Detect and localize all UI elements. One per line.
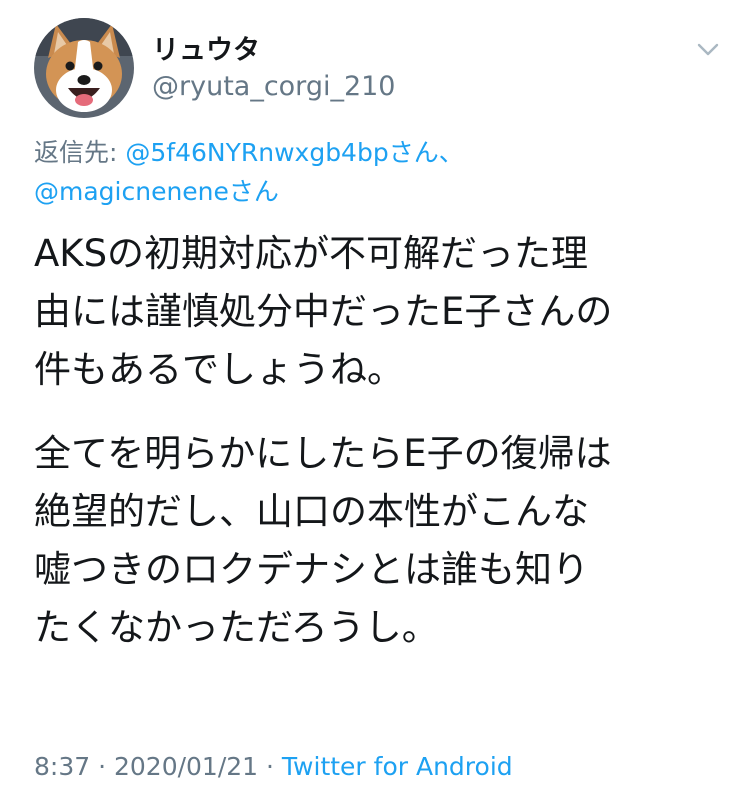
mention-suffix: さん、 — [388, 138, 464, 167]
tweet-text-paragraph: 全てを明らかにしたらE子の復帰は 絶望的だし、山口の本性がこんな 嘘つきのロクデ… — [34, 425, 734, 657]
tweet-text-line: 絶望的だし、山口の本性がこんな — [34, 490, 589, 533]
avatar[interactable] — [34, 18, 134, 118]
reply-to-line-2: @magicneneneさん — [34, 176, 279, 208]
tweet-time[interactable]: 8:37 — [34, 752, 90, 781]
display-name[interactable]: リュウタ — [152, 28, 260, 67]
reply-to-label: 返信先: — [34, 138, 126, 167]
mention-suffix: さん — [228, 177, 279, 206]
tweet-card: リュウタ @ryuta_corgi_210 返信先: @5f46NYRnwxgb… — [0, 0, 749, 810]
meta-separator: · — [258, 752, 282, 781]
tweet-text-paragraph: AKSの初期対応が不可解だった理 由には謹慎処分中だったE子さんの 件もあるでし… — [34, 225, 734, 399]
tweet-text-line: 嘘つきのロクデナシとは誰も知り — [34, 548, 589, 591]
user-handle[interactable]: @ryuta_corgi_210 — [152, 71, 396, 102]
tweet-text-line: 由には謹慎処分中だったE子さんの — [34, 290, 613, 333]
reply-to-line: 返信先: @5f46NYRnwxgb4bpさん、 — [34, 137, 464, 169]
meta-separator: · — [90, 752, 114, 781]
tweet-text-line: たくなかっただろうし。 — [34, 606, 439, 649]
mention-link[interactable]: @5f46NYRnwxgb4bp — [125, 138, 388, 167]
mention-link[interactable]: @magicnenene — [34, 177, 229, 206]
corgi-avatar-icon — [34, 18, 134, 118]
tweet-source-link[interactable]: Twitter for Android — [282, 752, 513, 781]
chevron-down-icon — [697, 43, 719, 56]
tweet-text-line: 全てを明らかにしたらE子の復帰は — [34, 432, 612, 475]
tweet-menu-button[interactable] — [694, 38, 722, 62]
tweet-date[interactable]: 2020/01/21 — [114, 752, 258, 781]
tweet-text-line: AKSの初期対応が不可解だった理 — [34, 232, 589, 275]
tweet-text-line: 件もあるでしょうね。 — [34, 348, 404, 391]
tweet-meta: 8:37 · 2020/01/21 · Twitter for Android — [34, 752, 513, 781]
